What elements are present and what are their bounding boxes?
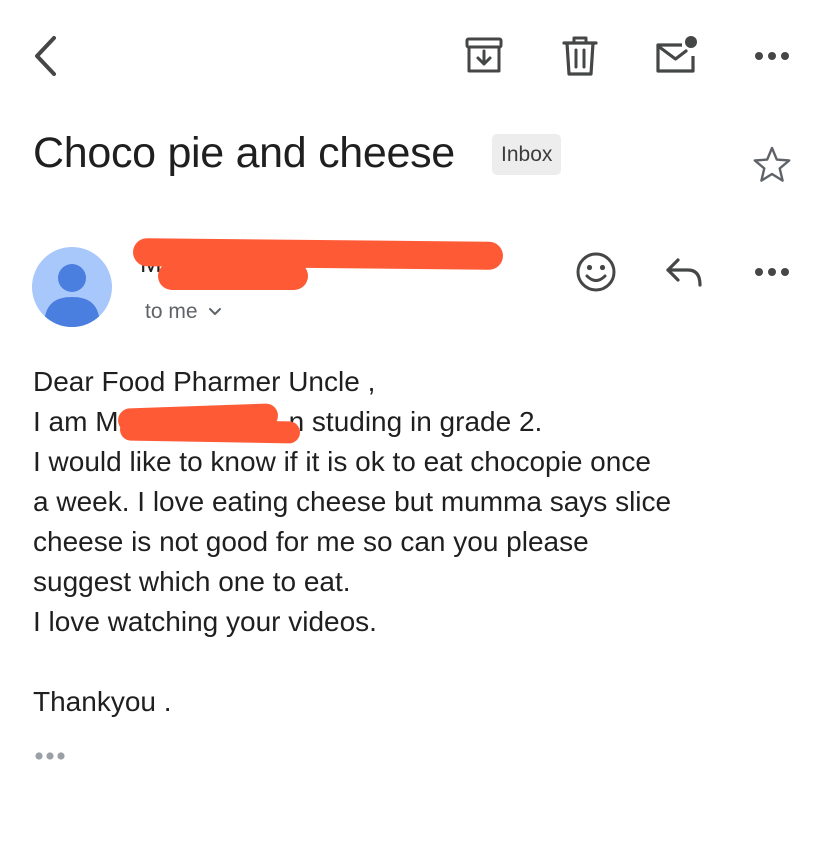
body-line: cheese is not good for me so can you ple… [33,526,589,557]
body-line: Dear Food Pharmer Uncle , [33,366,376,397]
chevron-down-icon [208,308,221,315]
archive-icon[interactable] [462,36,506,76]
email-subject: Choco pie and cheese [33,129,455,177]
body-signoff: Thankyou . [33,686,172,717]
more-horizontal-icon[interactable] [752,46,792,66]
reply-icon[interactable] [662,256,706,288]
body-name-redaction-stroke [119,418,301,444]
mark-unread-icon[interactable] [652,34,700,76]
recipient-text: to me [145,300,198,323]
show-trimmed-content-icon[interactable] [32,746,68,771]
body-line: a week. I love eating cheese but mumma s… [33,486,672,517]
body-line: I would like to know if it is ok to eat … [33,446,651,477]
message-more-icon[interactable] [752,262,792,282]
back-arrow-icon[interactable] [28,34,62,78]
sender-avatar[interactable] [32,247,112,327]
body-line: I love watching your videos. [33,606,377,637]
trash-icon[interactable] [560,34,600,78]
body-line-intro-prefix: I am M [33,406,119,437]
body-line: suggest which one to eat. [33,566,351,597]
star-icon[interactable] [750,144,794,186]
person-icon [44,264,100,327]
emoji-reaction-icon[interactable] [574,250,618,294]
sender-name-redaction-stroke [158,262,308,290]
body-line-intro-suffix: n studing in grade 2. [288,406,543,437]
recipient-details-toggle[interactable]: to me [145,298,222,326]
inbox-label-badge[interactable]: Inbox [492,134,562,175]
